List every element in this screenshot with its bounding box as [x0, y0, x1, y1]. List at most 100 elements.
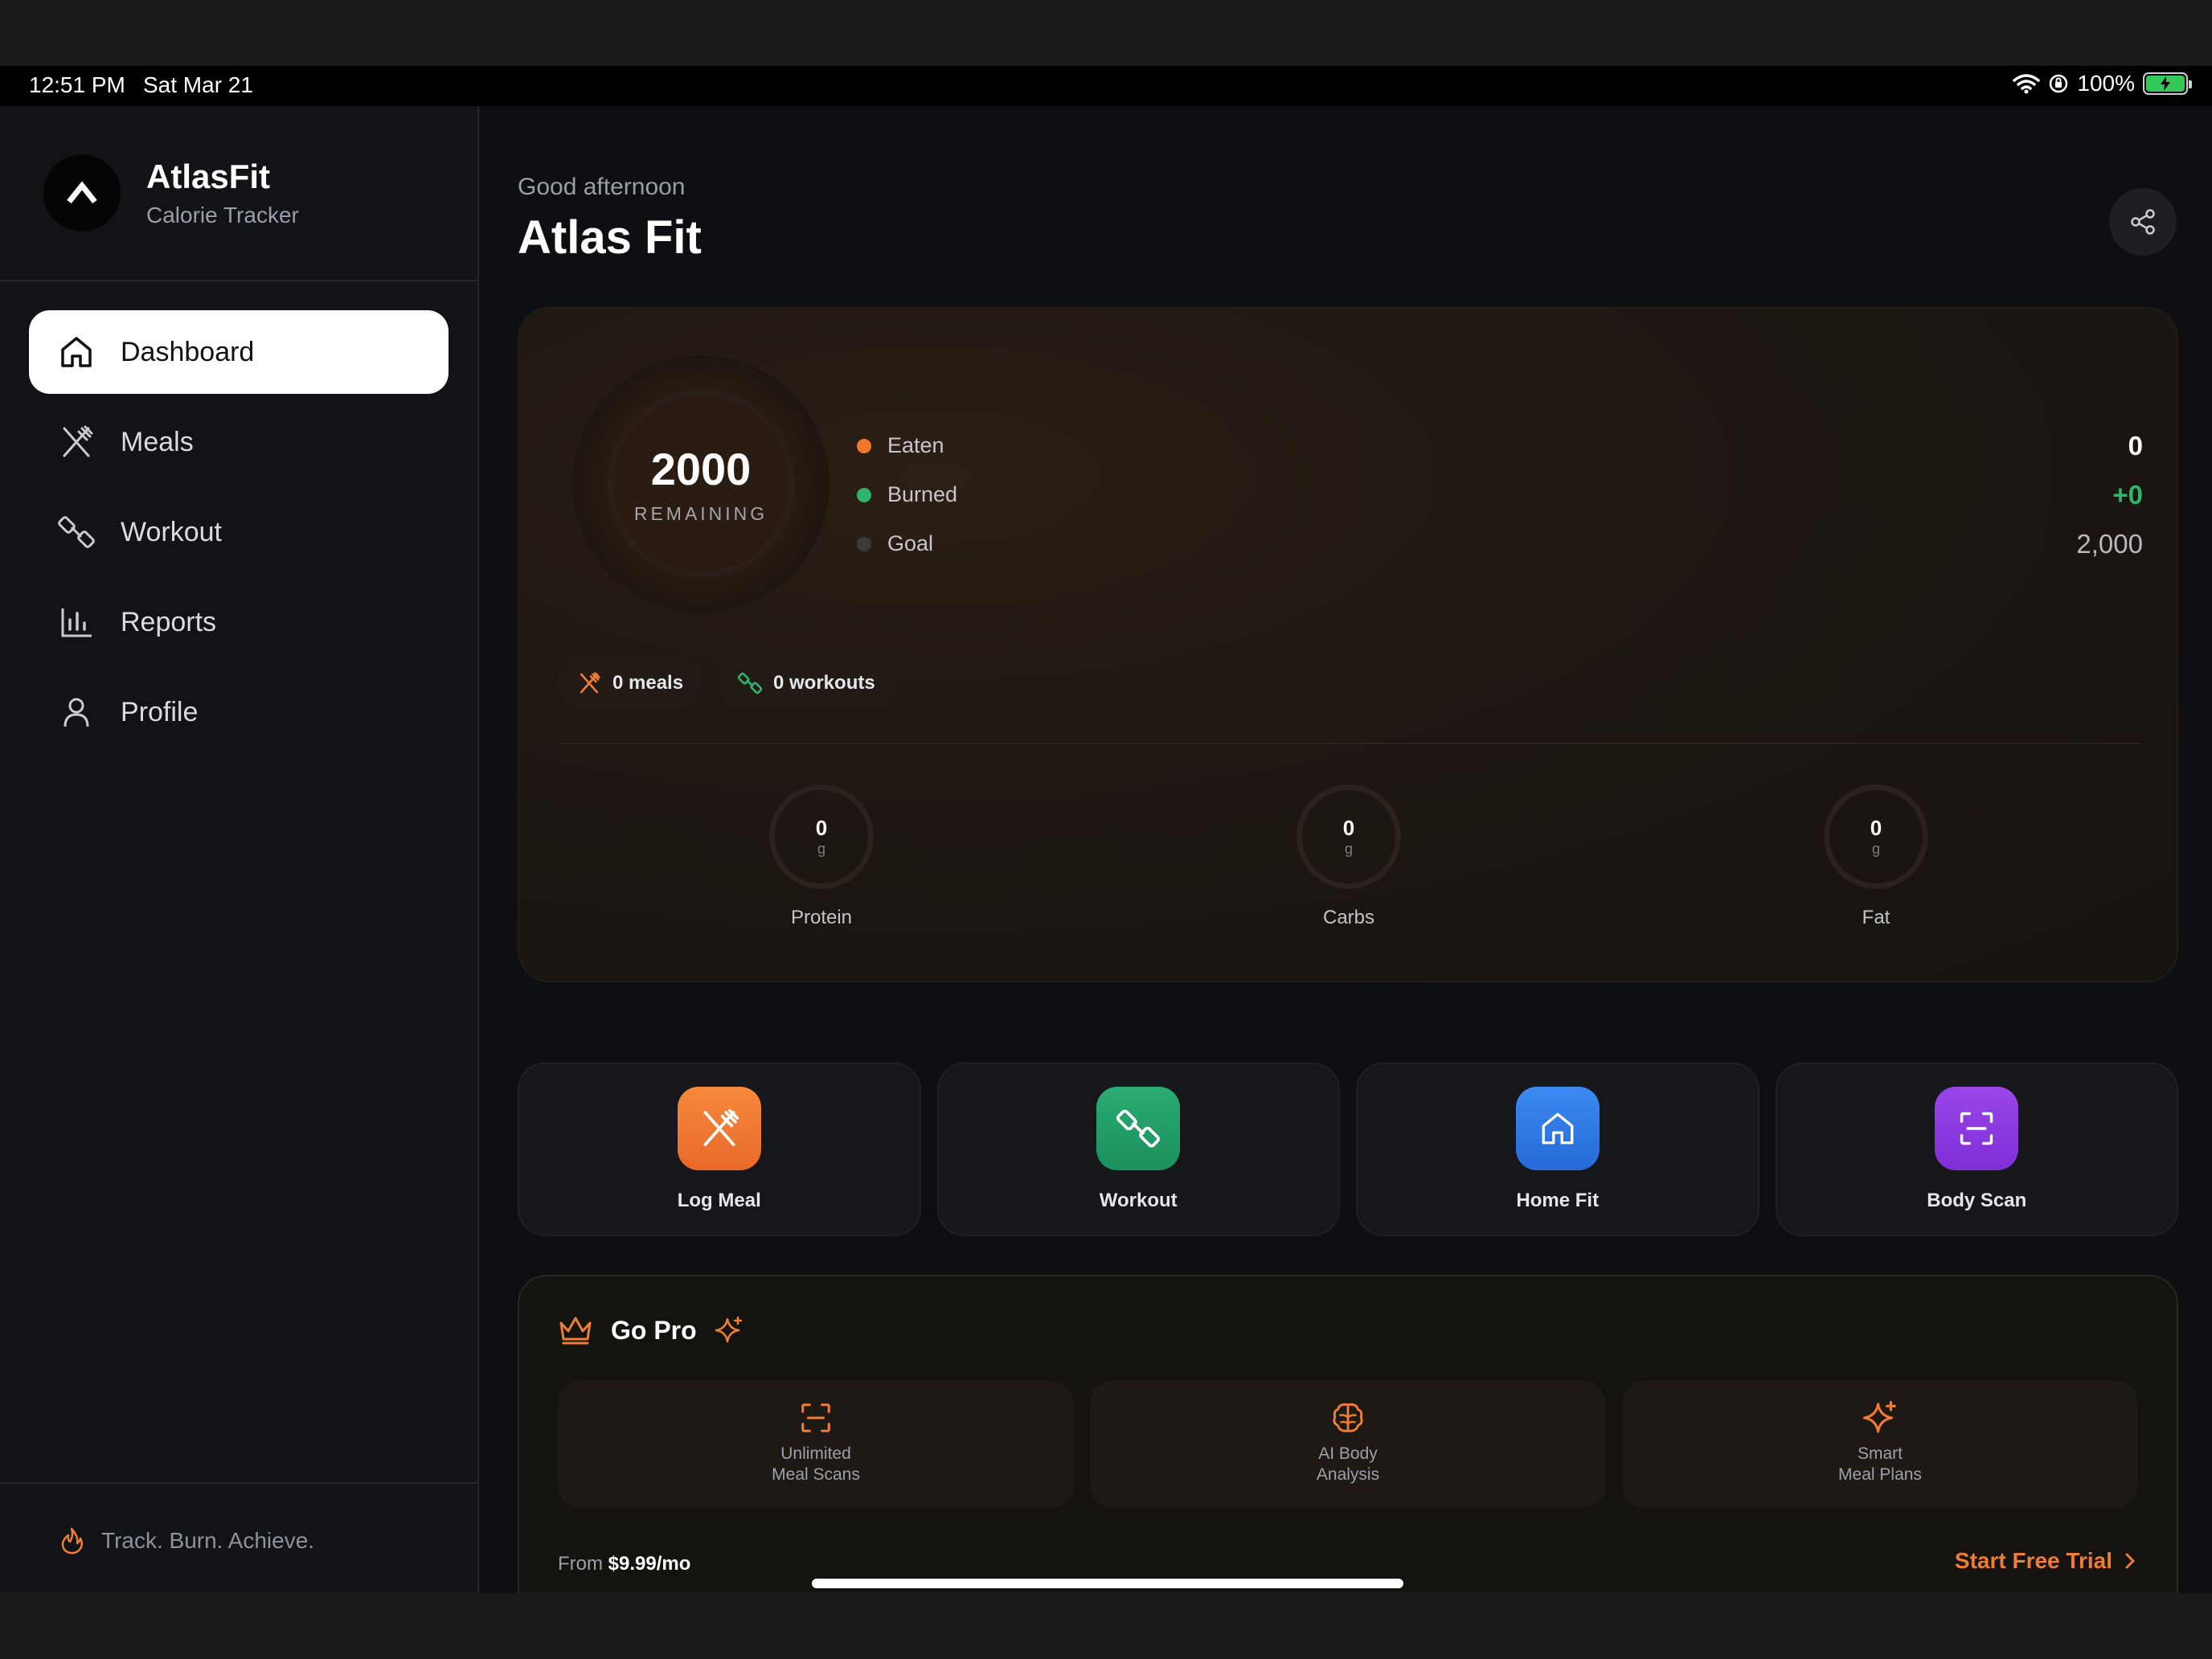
share-icon	[2131, 209, 2155, 235]
dumbbell-icon	[738, 672, 762, 694]
calorie-legend: Eaten 0 Burned +0 Goal 2,000	[857, 421, 2143, 568]
feature-label: Meal Plans	[1838, 1465, 1922, 1484]
sidebar-item-profile[interactable]: Profile	[29, 670, 449, 754]
sidebar: AtlasFit Calorie Tracker Dashboard Meals	[0, 106, 479, 1593]
legend-row-burned: Burned +0	[857, 470, 2143, 519]
brand-header: AtlasFit Calorie Tracker	[43, 154, 299, 231]
orientation-lock-icon	[2050, 74, 2068, 93]
action-icon-tile	[1935, 1087, 2019, 1170]
status-indicators: 100%	[2013, 71, 2192, 96]
user-icon	[63, 698, 89, 727]
battery-icon	[2143, 72, 2192, 95]
remaining-ring: 2000 REMAINING	[572, 355, 830, 612]
macro-unit: g	[817, 841, 825, 857]
sidebar-item-dashboard[interactable]: Dashboard	[29, 310, 449, 394]
sidebar-item-meals[interactable]: Meals	[29, 400, 449, 484]
legend-row-goal: Goal 2,000	[857, 519, 2143, 568]
macro-value: 0	[1342, 816, 1355, 840]
brand-subtitle: Calorie Tracker	[146, 203, 299, 227]
action-icon-tile	[1096, 1087, 1181, 1170]
legend-label: Burned	[887, 482, 958, 506]
pro-features: Unlimited Meal Scans AI Body Analysis Sm…	[558, 1381, 2138, 1508]
flame-icon	[61, 1527, 83, 1555]
action-icon-tile	[677, 1087, 761, 1170]
home-fit-button[interactable]: Home Fit	[1356, 1063, 1759, 1236]
action-label: Body Scan	[1927, 1190, 2027, 1211]
status-date: Sat Mar 21	[143, 72, 253, 97]
body-scan-button[interactable]: Body Scan	[1775, 1063, 2178, 1236]
burned-dot	[857, 487, 871, 502]
sidebar-item-label: Dashboard	[121, 336, 255, 367]
sparkles-icon	[715, 1316, 742, 1343]
sidebar-item-label: Reports	[121, 606, 217, 637]
brand-name: AtlasFit	[146, 158, 271, 195]
dumbbell-icon	[58, 516, 95, 548]
scan-icon	[801, 1403, 830, 1432]
chevron-up-icon	[67, 181, 97, 204]
crown-icon	[559, 1317, 592, 1345]
bar-chart-icon	[61, 608, 92, 637]
macro-protein: 0 g Protein	[741, 784, 902, 929]
goal-dot	[857, 536, 871, 551]
feature-ai-body-analysis: AI Body Analysis	[1090, 1381, 1606, 1508]
feature-label: Meal Scans	[772, 1465, 860, 1484]
greeting: Good afternoon	[518, 174, 686, 200]
brain-icon	[1333, 1403, 1363, 1432]
status-time: 12:51 PM	[29, 72, 125, 97]
home-indicator[interactable]	[812, 1579, 1403, 1588]
sidebar-item-label: Profile	[121, 696, 199, 727]
workouts-count-chip: 0 workouts	[719, 656, 895, 711]
action-label: Workout	[1099, 1190, 1178, 1211]
sidebar-item-label: Workout	[121, 516, 222, 547]
go-pro-title: Go Pro	[611, 1315, 697, 1345]
workout-button[interactable]: Workout	[936, 1063, 1340, 1236]
app-screen: 12:51 PM Sat Mar 21 100% AtlasFit Calori…	[0, 66, 2212, 1593]
macro-label: Fat	[1862, 907, 1890, 928]
action-icon-tile	[1515, 1087, 1600, 1170]
go-pro-card: Go Pro Unlimited Meal Scans AI Body Anal…	[518, 1275, 2178, 1593]
macro-unit: g	[1344, 841, 1353, 857]
start-free-trial-button[interactable]: Start Free Trial	[1955, 1548, 2136, 1574]
battery-percent: 100%	[2077, 71, 2135, 96]
feature-unlimited-meal-scans: Unlimited Meal Scans	[558, 1381, 1074, 1508]
sidebar-item-reports[interactable]: Reports	[29, 580, 449, 664]
macro-ring: 0 g	[769, 784, 874, 889]
legend-row-eaten: Eaten 0	[857, 421, 2143, 470]
price-value: $9.99/mo	[608, 1553, 691, 1575]
status-bar: 12:51 PM Sat Mar 21 100%	[0, 66, 2212, 106]
scan-icon	[1960, 1112, 1993, 1145]
card-divider	[559, 743, 2140, 744]
macro-label: Protein	[790, 907, 853, 928]
eaten-dot	[857, 438, 871, 453]
dumbbell-icon	[1116, 1109, 1161, 1148]
tagline-text: Track. Burn. Achieve.	[101, 1528, 315, 1553]
remaining-label: REMAINING	[633, 503, 768, 524]
brand-logo	[43, 154, 121, 231]
macro-value: 0	[1870, 816, 1882, 840]
feature-label: AI Body	[1318, 1444, 1378, 1463]
sidebar-nav: Dashboard Meals Workout Reports Profile	[29, 310, 449, 760]
device-bezel-bottom	[0, 1593, 2212, 1659]
device-bezel-top	[0, 0, 2212, 66]
macro-ring: 0 g	[1824, 784, 1928, 889]
tagline: Track. Burn. Achieve.	[59, 1527, 314, 1555]
quick-actions: Log Meal Workout Home Fit Body Scan	[518, 1063, 2178, 1236]
sidebar-item-workout[interactable]: Workout	[29, 490, 449, 574]
wifi-icon	[2013, 74, 2041, 94]
page-title: Atlas Fit	[518, 211, 702, 264]
start-free-trial-label: Start Free Trial	[1954, 1548, 2112, 1573]
sparkles-icon	[1862, 1400, 1896, 1433]
sidebar-divider	[0, 280, 477, 281]
pro-price: From $9.99/mo	[558, 1553, 690, 1575]
macro-label: Carbs	[1322, 907, 1375, 928]
workouts-count: 0 workouts	[773, 672, 875, 694]
feature-label: Unlimited	[780, 1444, 851, 1463]
share-button[interactable]	[2109, 188, 2177, 256]
chevron-right-icon	[2125, 1553, 2136, 1569]
macro-carbs: 0 g Carbs	[1268, 784, 1429, 929]
log-meal-button[interactable]: Log Meal	[518, 1063, 921, 1236]
home-icon	[61, 337, 92, 367]
macro-unit: g	[1871, 841, 1880, 857]
meals-count-chip: 0 meals	[558, 656, 703, 711]
feature-label: Analysis	[1316, 1465, 1380, 1484]
